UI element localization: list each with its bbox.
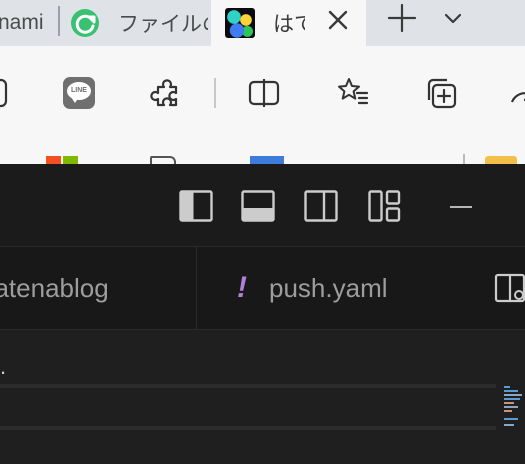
page-icon[interactable]: [0, 76, 10, 110]
editor-tab[interactable]: ! push.yaml: [197, 247, 437, 329]
browser-tab-strip: nami ファイルの はて: [0, 0, 525, 46]
editor-content[interactable]: .: [0, 330, 525, 464]
folder-icon[interactable]: [485, 156, 517, 164]
performance-icon[interactable]: [508, 76, 525, 110]
close-icon[interactable]: [324, 6, 352, 34]
yaml-warning-icon: !: [237, 271, 247, 304]
microsoft-logo-icon[interactable]: [46, 156, 78, 164]
editor-tab[interactable]: hatenablog: [0, 247, 192, 329]
editor-line-highlight: [0, 384, 496, 388]
toggle-primary-sidebar-icon[interactable]: [178, 188, 214, 224]
toggle-panel-icon[interactable]: [240, 188, 276, 224]
tab-separator: [58, 6, 60, 36]
collections-icon[interactable]: [424, 76, 458, 110]
editor-tab-bar: hatenablog ! push.yaml: [0, 247, 525, 330]
tab-label: ファイルの: [118, 13, 208, 36]
tab-label: はて: [273, 13, 305, 36]
favorites-bar: そ: [0, 138, 525, 164]
green-refresh-icon: [71, 9, 99, 37]
editor-line-highlight: [0, 426, 496, 430]
line-bubble-tail: [71, 97, 79, 103]
chevron-down-icon[interactable]: [441, 6, 465, 30]
extensions-icon[interactable]: [150, 76, 184, 110]
breadcrumb[interactable]: .: [0, 354, 6, 380]
line-icon[interactable]: LINE: [63, 77, 95, 109]
line-label: LINE: [71, 87, 87, 94]
toggle-secondary-sidebar-icon[interactable]: [303, 188, 339, 224]
browser-tab[interactable]: nami: [0, 0, 58, 46]
customize-layout-icon[interactable]: [367, 188, 403, 224]
plus-icon[interactable]: [386, 2, 418, 34]
favorites-divider: [463, 154, 465, 164]
tab-label: nami: [0, 11, 44, 34]
split-screen-icon[interactable]: [247, 76, 281, 110]
minimize-icon[interactable]: [448, 200, 474, 216]
editor-title-bar: [0, 164, 525, 247]
favorites-icon[interactable]: [336, 76, 370, 110]
split-editor-icon[interactable]: [493, 271, 525, 305]
colorful-favicon: [225, 8, 255, 38]
browser-tab[interactable]: ファイルの: [66, 0, 208, 46]
favorite-bookmark-icon[interactable]: [250, 156, 284, 164]
toolbar-divider: [214, 78, 216, 108]
editor-tab-label: hatenablog: [0, 272, 109, 303]
editor-tab-label: push.yaml: [269, 272, 388, 303]
document-icon[interactable]: [150, 156, 176, 164]
browser-toolbar: LINE: [0, 46, 525, 138]
code-editor-window: hatenablog ! push.yaml .: [0, 164, 525, 464]
minimap[interactable]: [500, 384, 525, 464]
